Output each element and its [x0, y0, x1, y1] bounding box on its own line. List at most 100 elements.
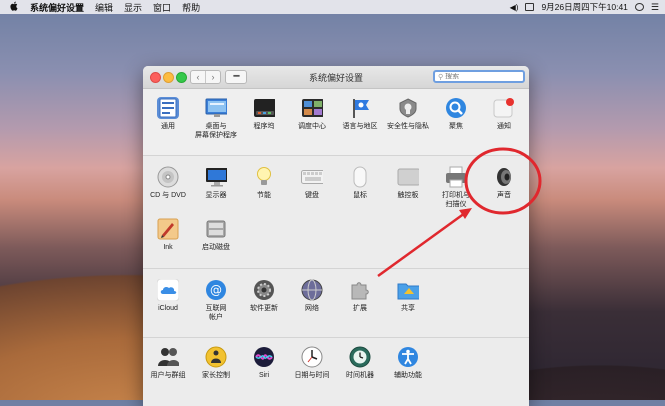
pref-sharing[interactable]: 共享 — [385, 279, 431, 313]
pref-language[interactable]: 语言与地区 — [337, 97, 383, 131]
pref-label: 共享 — [401, 305, 415, 312]
pref-label: 时间机器 — [346, 372, 374, 379]
time-machine-icon — [349, 346, 371, 368]
cd-dvd-icon — [157, 166, 179, 188]
pref-label: 语言与地区 — [342, 123, 378, 130]
pref-energy[interactable]: 节能 — [241, 166, 287, 200]
pref-label: 打印机与 扫描仪 — [442, 192, 470, 208]
pref-general[interactable]: 通用 — [145, 97, 191, 131]
parental-controls-icon — [205, 346, 227, 368]
accessibility-icon — [397, 346, 419, 368]
pref-internet-accounts[interactable]: @ 互联网 帐户 — [193, 279, 239, 322]
pref-label: 桌面与 屏幕保护程序 — [195, 123, 237, 139]
search-field[interactable]: ⚲ — [433, 70, 525, 83]
pref-ink[interactable]: Ink — [145, 218, 191, 252]
pref-time-machine[interactable]: 时间机器 — [337, 346, 383, 380]
pref-label: 触控板 — [397, 192, 419, 199]
volume-icon[interactable]: ◀︎) — [510, 3, 519, 12]
pref-users-groups[interactable]: 用户与群组 — [145, 346, 191, 380]
pref-label: 软件更新 — [250, 305, 278, 312]
pref-spotlight[interactable]: 聚焦 — [433, 97, 479, 131]
pref-parental-controls[interactable]: 家长控制 — [193, 346, 239, 380]
pref-label: 声音 — [497, 192, 511, 199]
users-groups-icon — [157, 346, 179, 368]
notifications-icon — [493, 97, 515, 119]
pref-label: 互联网 帐户 — [205, 305, 227, 321]
pref-mouse[interactable]: 鼠标 — [337, 166, 383, 200]
pref-label: 启动磁盘 — [202, 244, 230, 251]
menu-app-name[interactable]: 系统偏好设置 — [30, 1, 84, 14]
pref-desktop[interactable]: 桌面与 屏幕保护程序 — [193, 97, 239, 140]
pref-label: 程序坞 — [253, 123, 275, 130]
menu-help[interactable]: 帮助 — [182, 1, 200, 14]
menu-bar: 系统偏好设置 编辑 显示 窗口 帮助 ◀︎) 9月26日周四下午10:41 ☰ — [0, 0, 665, 14]
pref-label: 聚焦 — [449, 123, 463, 130]
pref-label: 键盘 — [305, 192, 319, 199]
system-preferences-window: ‹ › ▪▪▪▪ 系统偏好设置 ⚲ 通用 桌面与 屏幕保护程序 程序坞 — [143, 66, 529, 406]
search-input[interactable] — [445, 73, 516, 80]
internet-accounts-icon: @ — [205, 279, 227, 301]
pref-icloud[interactable]: iCloud — [145, 279, 191, 313]
pref-extensions[interactable]: 扩展 — [337, 279, 383, 313]
pref-software-update[interactable]: 软件更新 — [241, 279, 287, 313]
ink-icon — [157, 218, 179, 240]
general-icon — [157, 97, 179, 119]
control-menu-icon[interactable]: ☰ — [651, 2, 659, 13]
pref-keyboard[interactable]: 键盘 — [289, 166, 335, 200]
pref-cd-dvd[interactable]: CD 与 DVD — [145, 166, 191, 200]
pref-label: 通知 — [497, 123, 511, 130]
pref-label: 用户与群组 — [150, 372, 186, 379]
desktop-icon — [205, 97, 227, 119]
pref-label: 安全性与隐私 — [387, 123, 429, 130]
pref-label: 鼠标 — [353, 192, 367, 199]
pref-label: 辅助功能 — [394, 372, 422, 379]
pref-label: CD 与 DVD — [150, 192, 186, 199]
icloud-icon — [157, 279, 179, 301]
section-internet: iCloud @ 互联网 帐户 软件更新 网络 扩展 共享 — [143, 269, 529, 338]
section-hardware: CD 与 DVD 显示器 节能 键盘 鼠标 触控板 打印机与 扫描仪 声音 In… — [143, 156, 529, 269]
pref-notifications[interactable]: 通知 — [481, 97, 527, 131]
pref-label: 节能 — [257, 192, 271, 199]
network-icon — [301, 279, 323, 301]
svg-text:@: @ — [210, 283, 222, 297]
pref-label: Siri — [258, 372, 270, 379]
pref-accessibility[interactable]: 辅助功能 — [385, 346, 431, 380]
sharing-icon — [397, 279, 419, 301]
startup-disk-icon — [205, 218, 227, 240]
pref-display[interactable]: 显示器 — [193, 166, 239, 200]
section-personal: 通用 桌面与 屏幕保护程序 程序坞 调度中心 语言与地区 安全性与隐私 聚焦 通… — [143, 89, 529, 156]
pref-security[interactable]: 安全性与隐私 — [385, 97, 431, 131]
menu-edit[interactable]: 编辑 — [95, 1, 113, 14]
apple-menu-icon[interactable] — [10, 1, 19, 14]
pref-date-time[interactable]: 日期与时间 — [289, 346, 335, 380]
security-icon — [397, 97, 419, 119]
pref-dock[interactable]: 程序坞 — [241, 97, 287, 131]
menu-view[interactable]: 显示 — [124, 1, 142, 14]
pref-network[interactable]: 网络 — [289, 279, 335, 313]
pref-label: Ink — [163, 244, 173, 251]
pref-label: 日期与时间 — [294, 372, 330, 379]
keyboard-input-icon[interactable] — [525, 3, 535, 11]
language-icon — [349, 97, 371, 119]
extensions-icon — [349, 279, 371, 301]
display-icon — [205, 166, 227, 188]
siri-icon — [253, 346, 275, 368]
pref-label: 显示器 — [205, 192, 227, 199]
pref-label: 通用 — [161, 123, 175, 130]
pref-printers[interactable]: 打印机与 扫描仪 — [433, 166, 479, 209]
spotlight-search-icon[interactable] — [634, 3, 644, 11]
pref-startup-disk[interactable]: 启动磁盘 — [193, 218, 239, 252]
menu-window[interactable]: 窗口 — [153, 1, 171, 14]
energy-icon — [253, 166, 275, 188]
sound-icon — [493, 166, 515, 188]
pref-sound[interactable]: 声音 — [481, 166, 527, 200]
trackpad-icon — [397, 166, 419, 188]
pref-siri[interactable]: Siri — [241, 346, 287, 380]
pref-label: 网络 — [305, 305, 319, 312]
search-icon: ⚲ — [438, 73, 444, 81]
pref-label: 家长控制 — [202, 372, 230, 379]
pref-mission-control[interactable]: 调度中心 — [289, 97, 335, 131]
pref-trackpad[interactable]: 触控板 — [385, 166, 431, 200]
menu-datetime[interactable]: 9月26日周四下午10:41 — [541, 1, 627, 13]
section-system: 用户与群组 家长控制 Siri 日期与时间 时间机器 辅助功能 — [143, 338, 529, 398]
